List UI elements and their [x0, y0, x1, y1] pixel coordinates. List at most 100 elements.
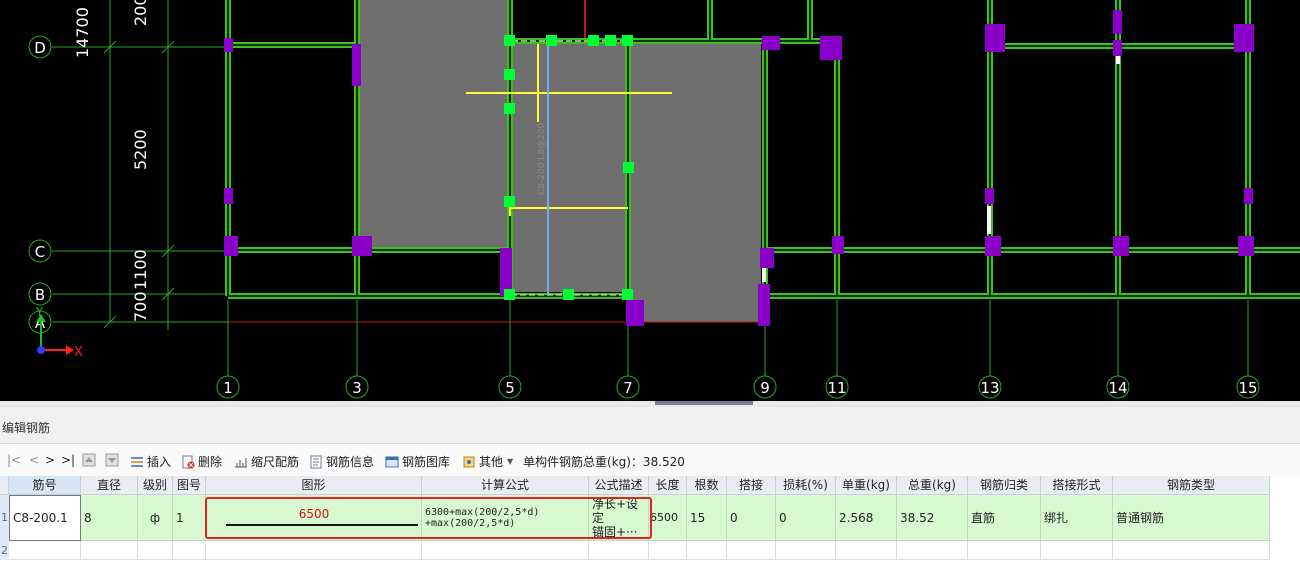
empty-cell[interactable]	[727, 541, 776, 560]
svg-text:B: B	[35, 286, 45, 304]
empty-cell[interactable]	[138, 541, 173, 560]
total-weight-readout: 单构件钢筋总重(kg)：38.520	[523, 455, 685, 469]
rebar-toolbar: |< < > >| 插入 删除 缩尺配筋 钢筋信息 钢筋图库 其他 ▼ 单构件钢…	[0, 444, 1300, 476]
nav-prev-button[interactable]: <	[29, 453, 39, 467]
column-header[interactable]: 直径(mm)	[81, 476, 138, 511]
rebar-library-button[interactable]: 钢筋图库	[385, 453, 450, 470]
empty-cell[interactable]	[1041, 541, 1113, 560]
floor-plan[interactable]: C8-200 L8@200 14700 200 5200 1100 700 D …	[0, 0, 1300, 401]
delete-icon	[182, 455, 195, 468]
row-number[interactable]: 1	[0, 495, 9, 542]
rebar-table: 筋号 直径(mm) 级别 图号 图形 计算公式 公式描述 长度 根数 搭接 损耗…	[0, 476, 1300, 573]
empty-cell[interactable]	[81, 541, 138, 560]
svg-text:1: 1	[223, 379, 233, 397]
svg-text:14700: 14700	[73, 7, 92, 58]
splitter-grip[interactable]	[655, 401, 753, 405]
dimension-text: 14700 200 5200 1100 700	[73, 0, 150, 322]
column-header[interactable]: 搭接形式	[1041, 476, 1113, 495]
column-header[interactable]: 图号	[173, 476, 206, 495]
other-label: 其他	[479, 455, 504, 469]
formula-description-cell[interactable]: 净长+设定 锚固+···	[589, 495, 649, 541]
column-header[interactable]: 钢筋类型	[1113, 476, 1270, 495]
scale-rebar-button[interactable]: 缩尺配筋	[234, 453, 299, 470]
column-header[interactable]: 筋号	[9, 476, 81, 495]
beam-label: C8-200 L8@200	[537, 123, 547, 195]
dimension-lines	[100, 0, 230, 330]
svg-text:Y: Y	[35, 305, 44, 319]
rebar-info-label: 钢筋信息	[326, 455, 375, 469]
svg-text:5200: 5200	[131, 129, 150, 170]
empty-cell[interactable]	[776, 541, 836, 560]
other-icon	[463, 456, 475, 467]
edit-rebar-panel-header: 编辑钢筋	[0, 407, 1300, 444]
scale-rebar-label: 缩尺配筋	[251, 455, 300, 469]
column-header[interactable]: 计算公式	[422, 476, 589, 495]
row-number[interactable]: 2	[0, 541, 9, 560]
shape-cell[interactable]: 6500	[206, 495, 422, 541]
empty-cell[interactable]	[173, 541, 206, 560]
empty-cell[interactable]	[897, 541, 968, 560]
svg-text:5: 5	[505, 379, 515, 397]
count-cell[interactable]: 15	[687, 495, 727, 541]
column-header[interactable]: 损耗(%)	[776, 476, 836, 495]
total-weight-cell[interactable]: 38.52	[897, 495, 968, 541]
nav-first-button[interactable]: |<	[7, 453, 21, 467]
column-header[interactable]: 搭接	[727, 476, 776, 495]
length-cell[interactable]: 6500	[649, 495, 687, 541]
insert-label: 插入	[147, 455, 172, 469]
delete-button[interactable]: 删除	[181, 453, 222, 470]
description-line-2: 锚固+···	[592, 524, 638, 539]
svg-text:15: 15	[1238, 379, 1257, 397]
svg-text:C: C	[35, 243, 45, 261]
diameter-cell[interactable]: 8	[81, 495, 138, 541]
empty-cell[interactable]	[649, 541, 687, 560]
slab-left[interactable]	[360, 0, 508, 248]
svg-text:9: 9	[760, 379, 770, 397]
empty-cell[interactable]	[589, 541, 649, 560]
column-header[interactable]: 公式描述	[589, 476, 649, 495]
column-header[interactable]: 图形	[206, 476, 422, 495]
column-header[interactable]: 长度	[649, 476, 687, 495]
empty-cell[interactable]	[9, 541, 81, 560]
svg-text:3: 3	[352, 379, 362, 397]
column-header[interactable]: 单重(kg)	[836, 476, 897, 495]
formula-line-2: +max(200/2,5*d)	[425, 517, 516, 529]
slab-right[interactable]	[631, 44, 761, 322]
nav-next-button[interactable]: >	[45, 453, 55, 467]
category-cell[interactable]: 直筋	[968, 495, 1041, 541]
column-header[interactable]: 总重(kg)	[897, 476, 968, 495]
other-menu-button[interactable]: 其他 ▼	[462, 453, 513, 470]
rebar-info-button[interactable]: 钢筋信息	[309, 453, 374, 470]
shape-length-label: 6500	[298, 507, 330, 521]
column-header[interactable]: 根数	[687, 476, 727, 495]
row-axis-bubbles: D C B A	[28, 35, 52, 334]
lap-cell[interactable]: 0	[727, 495, 776, 541]
empty-cell[interactable]	[836, 541, 897, 560]
rebar-library-label: 钢筋图库	[402, 455, 451, 469]
rebar-type-cell[interactable]: 普通钢筋	[1113, 495, 1270, 541]
empty-cell[interactable]	[206, 541, 422, 560]
empty-cell[interactable]	[1113, 541, 1270, 560]
rebar-info-icon	[310, 455, 322, 468]
column-header[interactable]: 钢筋归类	[968, 476, 1041, 495]
move-down-button[interactable]	[105, 453, 122, 467]
loss-cell[interactable]: 0	[776, 495, 836, 541]
slab-selected[interactable]	[513, 44, 626, 292]
move-down-icon	[105, 453, 119, 467]
empty-cell[interactable]	[968, 541, 1041, 560]
chevron-down-icon: ▼	[507, 457, 514, 466]
grade-cell[interactable]: ф	[138, 495, 173, 541]
empty-cell[interactable]	[687, 541, 727, 560]
scale-rebar-icon	[235, 457, 247, 467]
nav-last-button[interactable]: >|	[61, 453, 75, 467]
shape-number-cell[interactable]: 1	[173, 495, 206, 541]
move-up-button[interactable]	[82, 453, 99, 467]
bar-number-cell[interactable]: C8-200.1	[9, 495, 81, 541]
column-header[interactable]: 级别	[138, 476, 173, 495]
unit-weight-cell[interactable]: 2.568	[836, 495, 897, 541]
insert-button[interactable]: 插入	[130, 453, 171, 470]
lap-type-cell[interactable]: 绑扎	[1041, 495, 1113, 541]
cad-drawing-canvas[interactable]: C8-200 L8@200 14700 200 5200 1100 700 D …	[0, 0, 1300, 401]
formula-cell[interactable]: 6300+max(200/2,5*d) +max(200/2,5*d)	[422, 495, 589, 541]
empty-cell[interactable]	[422, 541, 589, 560]
